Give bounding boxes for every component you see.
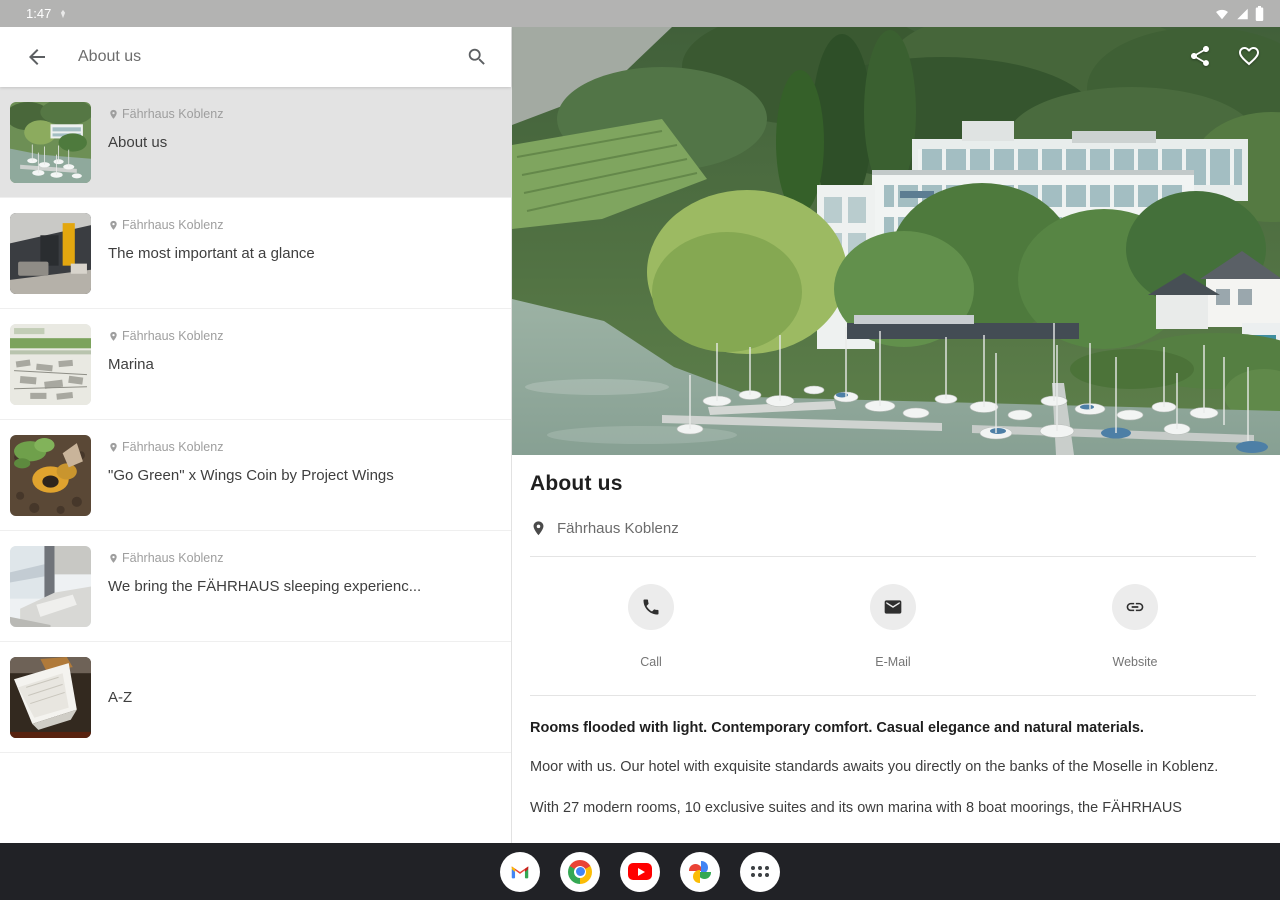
list-item-title: We bring the FÄHRHAUS sleeping experienc… [108,578,422,595]
email-label: E-Mail [875,655,911,669]
location-pin-icon [110,109,117,119]
body-paragraph-truncated: With 27 modern rooms, 10 exclusive suite… [530,799,1182,816]
location-pin-icon [110,553,117,563]
website-label: Website [1112,655,1158,669]
tablet-screen: 1:47 About us Fährhaus Koblenz About us … [0,0,1280,900]
list-item-title: Marina [108,356,154,373]
contact-actions: Call E-Mail Website [530,584,1256,669]
gmail-icon[interactable] [500,851,540,892]
location-name: Fährhaus Koblenz [557,520,679,537]
wifi-icon [1216,9,1228,19]
planting-hands-thumbnail-image [10,435,91,516]
link-icon [1126,602,1144,612]
location-row: Fährhaus Koblenz [530,520,1256,537]
youtube-icon[interactable] [620,851,660,892]
hero-photo[interactable] [512,27,1280,455]
list-item-subtitle: Fährhaus Koblenz [122,440,224,454]
heart-icon[interactable] [1237,44,1261,68]
email-icon [884,600,902,614]
battery-icon [1255,6,1264,21]
status-time: 1:47 [26,6,52,21]
list-item-subtitle: Fährhaus Koblenz [122,329,224,343]
location-pin-icon [110,331,117,341]
share-icon[interactable] [1188,44,1212,68]
location-pin-icon [533,521,544,536]
email-button[interactable]: E-Mail [772,584,1014,669]
call-button[interactable]: Call [530,584,772,669]
status-notification-icon [61,9,66,18]
chrome-icon[interactable] [560,851,600,892]
search-icon[interactable] [466,46,488,68]
list-item-title: About us [108,134,168,151]
phone-icon [643,599,659,615]
list-item-subtitle: Fährhaus Koblenz [122,218,224,232]
divider [530,556,1256,557]
location-pin-icon [110,442,117,452]
website-button[interactable]: Website [1014,584,1256,669]
app-bar-title: About us [78,48,142,65]
list-item-title: A-Z [108,688,133,706]
app-bar: About us [0,27,511,87]
taskbar [0,843,1280,900]
list-item-go-green[interactable]: Fährhaus Koblenz "Go Green" x Wings Coin… [0,420,511,531]
lead-paragraph: Rooms flooded with light. Contemporary c… [530,720,1144,736]
back-arrow-icon[interactable] [25,45,49,69]
list-item-subtitle: Fährhaus Koblenz [122,551,224,565]
hotel-interior-thumbnail-image [10,213,91,294]
list-item-marina[interactable]: Fährhaus Koblenz Marina [0,309,511,420]
detail-panel: About us Fährhaus Koblenz Call E-Mail We… [512,27,1280,843]
detail-content: About us Fährhaus Koblenz Call E-Mail We… [512,455,1280,843]
location-pin-icon [110,220,117,230]
page-title: About us [530,472,623,495]
signal-icon [1237,8,1248,19]
list-item-a-z[interactable]: A-Z [0,642,511,753]
app-drawer-icon[interactable] [740,851,780,892]
marina-plan-thumbnail-image [10,324,91,405]
call-label: Call [640,655,662,669]
list-item-sleeping-experience[interactable]: Fährhaus Koblenz We bring the FÄHRHAUS s… [0,531,511,642]
list-item-title: "Go Green" x Wings Coin by Project Wings [108,467,394,484]
list-item-about-us[interactable]: Fährhaus Koblenz About us [0,87,511,198]
open-book-thumbnail-image [10,657,91,738]
bedroom-thumbnail-image [10,546,91,627]
marina-aerial-thumbnail-image [10,102,91,183]
list-item-most-important[interactable]: Fährhaus Koblenz The most important at a… [0,198,511,309]
google-photos-icon[interactable] [680,851,720,892]
divider [530,695,1256,696]
status-bar: 1:47 [0,0,1280,27]
content-list-panel: About us Fährhaus Koblenz About us Fährh… [0,27,512,843]
list-item-title: The most important at a glance [108,245,315,262]
body-paragraph: Moor with us. Our hotel with exquisite s… [530,759,1219,776]
content-list: Fährhaus Koblenz About us Fährhaus Koble… [0,87,511,843]
list-item-subtitle: Fährhaus Koblenz [122,107,224,121]
